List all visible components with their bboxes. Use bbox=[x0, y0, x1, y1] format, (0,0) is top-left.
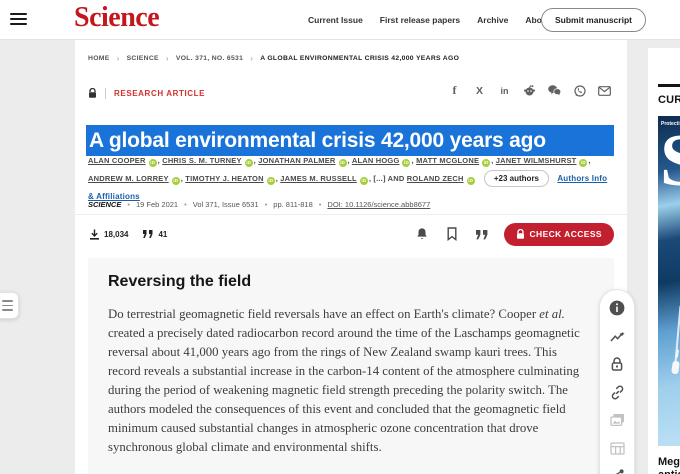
separator: • bbox=[127, 200, 130, 209]
current-issue-heading: CURRENT ISSUE bbox=[658, 94, 680, 106]
author-link[interactable]: ROLAND ZECH bbox=[407, 174, 464, 183]
pub-date: 19 Feb 2021 bbox=[136, 200, 178, 209]
author-link[interactable]: ALAN HOGG bbox=[352, 156, 400, 165]
link-icon[interactable] bbox=[609, 384, 625, 400]
nav-item[interactable]: Current Issue bbox=[308, 15, 363, 25]
article-badge-row: RESEARCH ARTICLE bbox=[88, 86, 205, 100]
author-link[interactable]: ANDREW M. LORREY bbox=[88, 174, 169, 183]
breadcrumb-item[interactable]: SCIENCE bbox=[127, 55, 159, 62]
downloads-metric: 18,034 bbox=[88, 228, 128, 240]
check-access-button[interactable]: CHECK ACCESS bbox=[504, 223, 615, 246]
orcid-icon[interactable]: iD bbox=[149, 159, 157, 167]
citations-metric: 41 bbox=[142, 228, 167, 240]
breadcrumb-item[interactable]: VOL. 371, NO. 6531 bbox=[176, 55, 243, 62]
info-icon[interactable] bbox=[609, 300, 625, 316]
wechat-icon[interactable] bbox=[548, 84, 561, 97]
author-link[interactable]: MATT MCGLONE bbox=[416, 156, 479, 165]
orcid-icon[interactable]: iD bbox=[339, 159, 347, 167]
separator: • bbox=[184, 200, 187, 209]
authors-ellipsis: [...] AND bbox=[373, 174, 406, 183]
access-lock-icon[interactable] bbox=[609, 356, 625, 372]
toc-float-button[interactable] bbox=[0, 292, 19, 319]
author-link[interactable]: JONATHAN PALMER bbox=[258, 156, 335, 165]
citations-count: 41 bbox=[158, 230, 167, 239]
current-issue-cover[interactable]: S Protecting ground bbox=[658, 116, 680, 446]
action-icons bbox=[415, 227, 490, 242]
tables-icon[interactable] bbox=[609, 440, 625, 456]
cover-image-detail bbox=[671, 361, 680, 375]
cover-kicker-text: Protecting ground bbox=[661, 121, 680, 128]
nav-item[interactable]: First release papers bbox=[380, 15, 460, 25]
metrics-icon[interactable] bbox=[609, 328, 625, 344]
summary-heading: Reversing the field bbox=[108, 273, 594, 291]
email-icon[interactable] bbox=[598, 84, 611, 97]
separator: • bbox=[265, 200, 268, 209]
hamburger-menu-icon[interactable] bbox=[10, 13, 27, 26]
more-authors-button[interactable]: +23 authors bbox=[484, 170, 549, 187]
orcid-icon[interactable]: iD bbox=[467, 177, 475, 185]
x-twitter-icon[interactable]: X bbox=[473, 84, 486, 97]
breadcrumb-separator-icon: › bbox=[166, 54, 169, 63]
section-rule bbox=[658, 84, 680, 87]
editors-summary-box: Reversing the field Do terrestrial geoma… bbox=[88, 258, 614, 474]
downloads-count: 18,034 bbox=[104, 230, 128, 239]
metrics-row: 18,034 41 CHECK ACCESS bbox=[88, 222, 614, 246]
cover-masthead-letter: S bbox=[660, 124, 680, 198]
news-item-title[interactable]: Megas antide bbox=[658, 456, 680, 474]
author-link[interactable]: ALAN COOPER bbox=[88, 156, 146, 165]
pages: pp. 811-818 bbox=[273, 200, 312, 209]
author-link[interactable]: CHRIS S. M. TURNEY bbox=[162, 156, 241, 165]
reddit-icon[interactable] bbox=[523, 84, 536, 97]
share-icons-row: fXin bbox=[448, 84, 611, 97]
science-article-page: Science Current Issue First release paper… bbox=[0, 0, 680, 474]
article-toolbar bbox=[599, 289, 635, 474]
breadcrumb-item[interactable]: HOME bbox=[88, 55, 110, 62]
orcid-icon[interactable]: iD bbox=[579, 159, 587, 167]
author-link[interactable]: JANET WILMSHURST bbox=[496, 156, 577, 165]
orcid-icon[interactable]: iD bbox=[267, 177, 275, 185]
bookmark-icon[interactable] bbox=[445, 227, 460, 242]
cite-quote-icon[interactable] bbox=[475, 227, 490, 242]
citation-quote-icon bbox=[142, 228, 154, 240]
orcid-icon[interactable]: iD bbox=[402, 159, 410, 167]
article-type-badge: RESEARCH ARTICLE bbox=[114, 89, 205, 98]
journal-name: SCIENCE bbox=[88, 200, 121, 209]
separator: • bbox=[319, 200, 322, 209]
lock-icon bbox=[88, 88, 97, 99]
orcid-icon[interactable]: iD bbox=[482, 159, 490, 167]
article-meta-row: SCIENCE • 19 Feb 2021 • Vol 371, Issue 6… bbox=[88, 200, 430, 209]
breadcrumb-separator-icon: › bbox=[117, 54, 120, 63]
breadcrumb: HOME › SCIENCE › VOL. 371, NO. 6531 › A GLOBAL… bbox=[88, 54, 459, 63]
submit-manuscript-button[interactable]: Submit manuscript bbox=[541, 8, 646, 32]
right-rail: CURRENT ISSUE S Protecting ground Megas … bbox=[648, 48, 680, 474]
orcid-icon[interactable]: iD bbox=[245, 159, 253, 167]
divider bbox=[105, 88, 106, 99]
download-icon bbox=[88, 228, 100, 240]
site-header: Science Current Issue First release paper… bbox=[0, 0, 680, 40]
linkedin-icon[interactable]: in bbox=[498, 84, 511, 97]
alerts-bell-icon[interactable] bbox=[415, 227, 430, 242]
science-logo[interactable]: Science bbox=[74, 2, 159, 34]
main-nav: Current Issue First release papers Archive… bbox=[308, 0, 555, 40]
check-access-label: CHECK ACCESS bbox=[530, 229, 603, 239]
doi-link[interactable]: DOI: 10.1126/science.abb8677 bbox=[327, 200, 430, 209]
lock-icon bbox=[516, 229, 525, 240]
author-link[interactable]: JAMES M. RUSSELL bbox=[280, 174, 357, 183]
breadcrumb-item[interactable]: A GLOBAL ENVIRONMENTAL CRISIS 42,000 YEA… bbox=[260, 55, 459, 62]
figures-icon[interactable] bbox=[609, 412, 625, 428]
orcid-icon[interactable]: iD bbox=[360, 177, 368, 185]
cover-image-detail bbox=[675, 306, 680, 362]
share-icon[interactable] bbox=[609, 468, 625, 474]
breadcrumb-separator-icon: › bbox=[250, 54, 253, 63]
article-card: HOME › SCIENCE › VOL. 371, NO. 6531 › A GLOBAL… bbox=[75, 40, 627, 474]
facebook-icon[interactable]: f bbox=[448, 84, 461, 97]
summary-paragraph: Do terrestrial geomagnetic field reversa… bbox=[108, 305, 590, 457]
author-link[interactable]: TIMOTHY J. HEATON bbox=[185, 174, 263, 183]
nav-item[interactable]: Archive bbox=[477, 15, 508, 25]
whatsapp-icon[interactable] bbox=[573, 84, 586, 97]
orcid-icon[interactable]: iD bbox=[172, 177, 180, 185]
authors-list: ALAN COOPERiD, CHRIS S. M. TURNEYiD, JON… bbox=[88, 152, 614, 206]
divider bbox=[75, 214, 627, 215]
volume-issue: Vol 371, Issue 6531 bbox=[193, 200, 259, 209]
